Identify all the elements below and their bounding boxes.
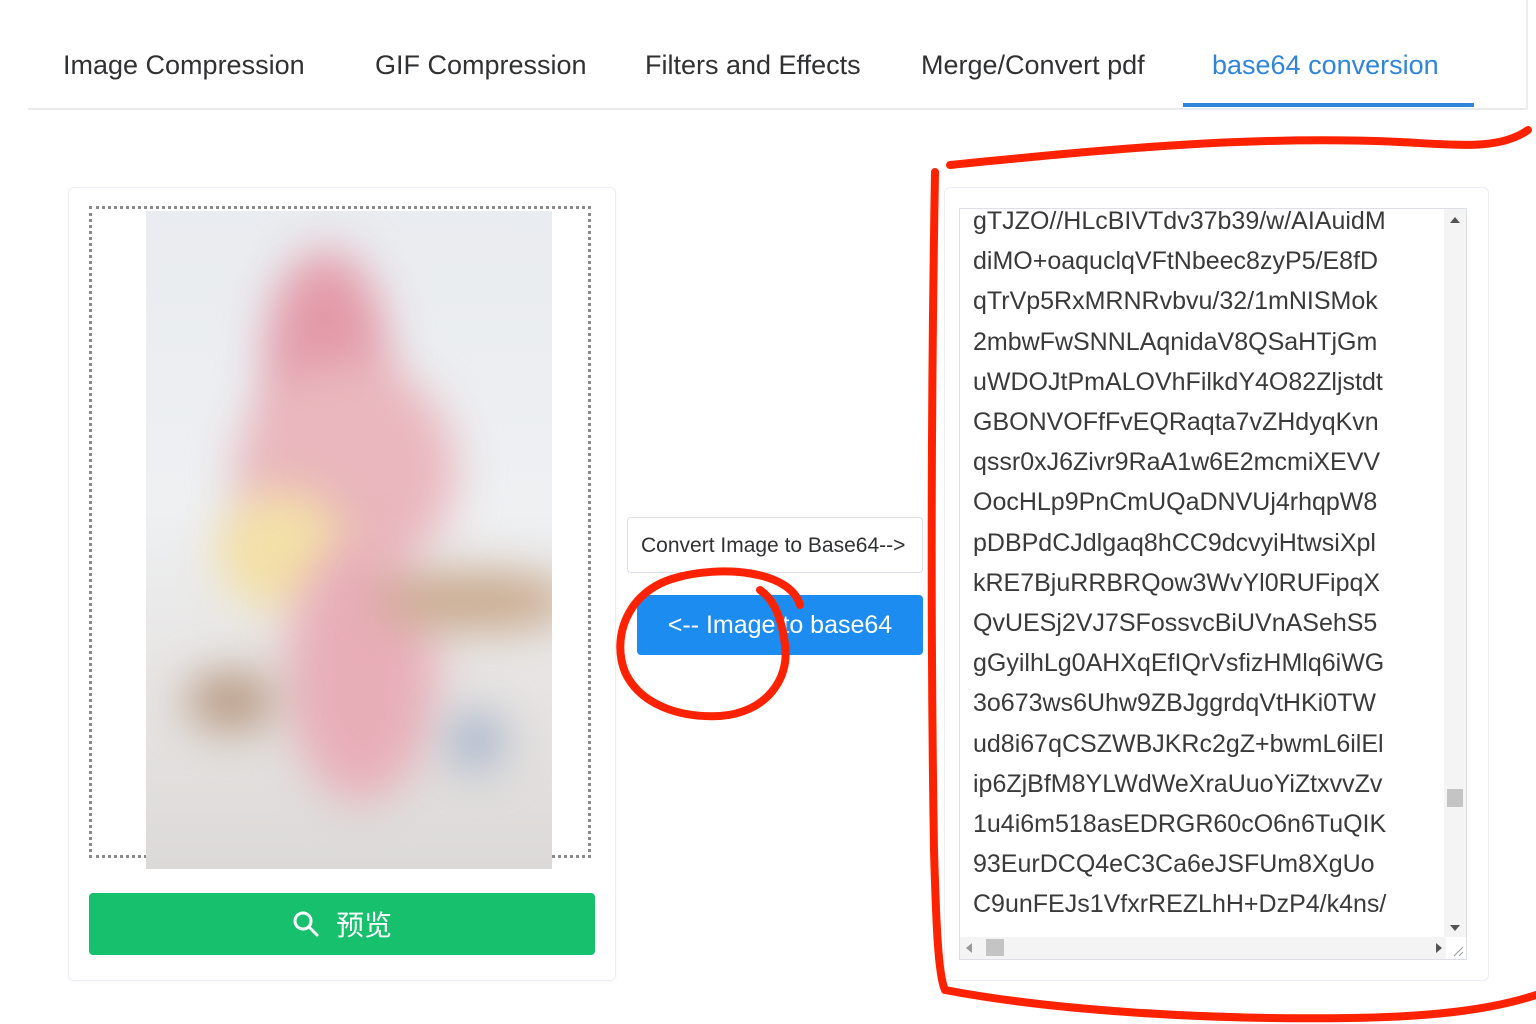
scroll-up-arrow-icon[interactable] — [1450, 217, 1460, 223]
base64-line: qssr0xJ6Zivr9RaA1w6E2mcmiXEVV — [973, 448, 1381, 477]
base64-line: 93EurDCQ4eC3Ca6eJSFUm8XgUo — [973, 850, 1375, 879]
scroll-left-arrow-icon[interactable] — [966, 943, 972, 953]
base64-line: C9unFEJs1VfxrREZLhH+DzP4/k4ns/ — [973, 890, 1387, 919]
tab-merge-convert-pdf[interactable]: Merge/Convert pdf — [921, 50, 1145, 81]
preview-button-label: 预览 — [335, 909, 392, 942]
tab-filters-and-effects[interactable]: Filters and Effects — [645, 50, 861, 81]
base64-output-textarea[interactable]: gTJZO//HLcBIVTdv37b39/w/AIAuidM diMO+oaqu… — [959, 208, 1467, 960]
base64-line: 3o673ws6Uhw9ZBJggrdqVtHKi0TW — [973, 689, 1376, 718]
preview-button[interactable]: 预览 — [89, 893, 595, 955]
vertical-scroll-thumb[interactable] — [1447, 789, 1463, 807]
divider — [1526, 0, 1528, 110]
tab-image-compression[interactable]: Image Compression — [63, 50, 305, 81]
base64-line: kRE7BjuRRBRQow3WvYl0RUFipqX — [973, 568, 1381, 597]
base64-line: OocHLp9PnCmUQaDNVUj4rhqpW8 — [973, 488, 1378, 517]
base64-line: ip6ZjBfM8YLWdWeXraUuoYiZtxvvZv — [973, 769, 1383, 798]
base64-line: qTrVp5RxMRNRvbvu/32/1mNISMok — [973, 287, 1378, 316]
base64-output-text: gTJZO//HLcBIVTdv37b39/w/AIAuidM diMO+oaqu… — [973, 208, 1443, 925]
base64-line: gTJZO//HLcBIVTdv37b39/w/AIAuidM — [973, 208, 1386, 235]
vertical-scrollbar[interactable] — [1444, 209, 1466, 937]
base64-output-card: gTJZO//HLcBIVTdv37b39/w/AIAuidM diMO+oaqu… — [944, 187, 1489, 981]
image-dropzone[interactable] — [89, 206, 591, 869]
base64-line: 1u4i6m518asEDRGR60cO6n6TuQIK — [973, 810, 1387, 839]
search-icon — [293, 911, 319, 937]
convert-image-to-base64-label[interactable]: Convert Image to Base64--> — [627, 517, 923, 573]
tab-gif-compression[interactable]: GIF Compression — [375, 50, 587, 81]
resize-grip-icon[interactable] — [1450, 943, 1464, 957]
base64-line: pDBPdCJdlgaq8hCC9dcvyiHtwsiXpl — [973, 528, 1376, 557]
scroll-right-arrow-icon[interactable] — [1436, 943, 1442, 953]
tab-bar: Image Compression GIF Compression Filter… — [28, 0, 1528, 110]
base64-line: 2mbwFwSNNLAqnidaV8QSaHTjGm — [973, 327, 1378, 356]
horizontal-scrollbar[interactable] — [960, 937, 1446, 959]
image-upload-card: 预览 — [68, 187, 616, 981]
base64-line: GBONVOFfFvEQRaqta7vZHdyqKvn — [973, 408, 1379, 437]
base64-line: gGyilhLg0AHXqEfIQrVsfizHMlq6iWG — [973, 649, 1385, 678]
scroll-down-arrow-icon[interactable] — [1450, 925, 1460, 931]
base64-line: uWDOJtPmALOVhFilkdY4O82Zljstdt — [973, 367, 1383, 396]
image-to-base64-button[interactable]: <-- Image to base64 — [637, 595, 923, 655]
horizontal-scroll-thumb[interactable] — [986, 939, 1004, 956]
base64-line: diMO+oaquclqVFtNbeec8zyP5/E8fD — [973, 247, 1379, 276]
base64-line: ud8i67qCSZWBJKRc2gZ+bwmL6ilEl — [973, 729, 1384, 758]
preview-image — [146, 211, 552, 869]
active-tab-indicator — [1183, 103, 1474, 107]
tab-base64-conversion[interactable]: base64 conversion — [1212, 50, 1439, 81]
base64-line: QvUESj2VJ7SFossvcBiUVnASehS5 — [973, 609, 1378, 638]
